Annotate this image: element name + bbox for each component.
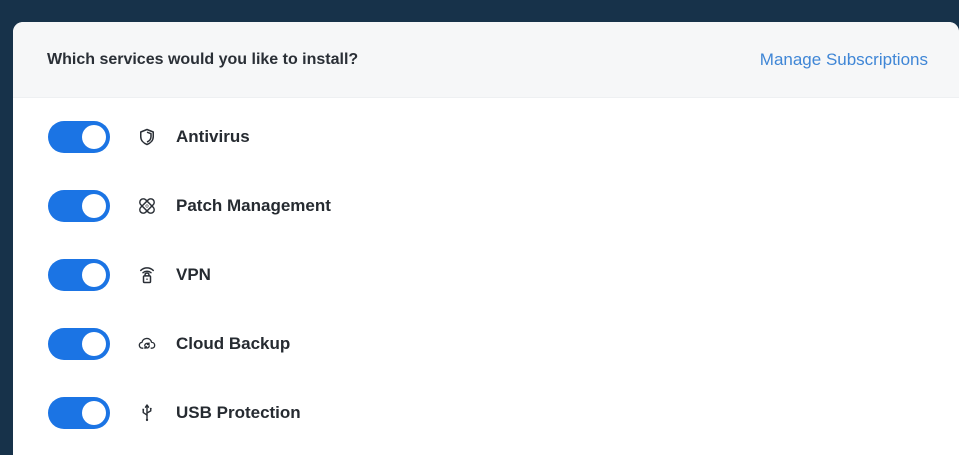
cloud-backup-icon — [136, 333, 158, 355]
toggle-knob — [82, 125, 106, 149]
vpn-toggle[interactable] — [48, 259, 110, 291]
header-title: Which services would you like to install… — [47, 50, 359, 68]
usb-protection-toggle[interactable] — [48, 397, 110, 429]
service-label: VPN — [176, 265, 211, 284]
panel-header: Which services would you like to install… — [13, 22, 959, 98]
manage-subscriptions-link[interactable]: Manage Subscriptions — [760, 50, 928, 70]
antivirus-toggle[interactable] — [48, 121, 110, 153]
service-row-cloud-backup: Cloud Backup — [48, 328, 290, 360]
toggle-knob — [82, 263, 106, 287]
service-label: Cloud Backup — [176, 334, 291, 353]
toggle-knob — [82, 401, 106, 425]
service-row-patch-management: Patch Management — [48, 190, 331, 222]
toggle-knob — [82, 194, 106, 218]
patch-management-toggle[interactable] — [48, 190, 110, 222]
toggle-knob — [82, 332, 106, 356]
vpn-lock-icon — [136, 264, 158, 286]
service-label: Patch Management — [176, 196, 331, 215]
usb-icon — [136, 402, 158, 424]
services-panel: Which services would you like to install… — [13, 22, 959, 455]
patch-icon — [136, 195, 158, 217]
service-label: USB Protection — [176, 403, 301, 422]
cloud-backup-toggle[interactable] — [48, 328, 110, 360]
service-row-vpn: VPN — [48, 259, 211, 291]
service-row-antivirus: Antivirus — [48, 121, 250, 153]
service-row-usb-protection: USB Protection — [48, 397, 301, 429]
shield-icon — [136, 126, 158, 148]
service-label: Antivirus — [176, 127, 250, 146]
